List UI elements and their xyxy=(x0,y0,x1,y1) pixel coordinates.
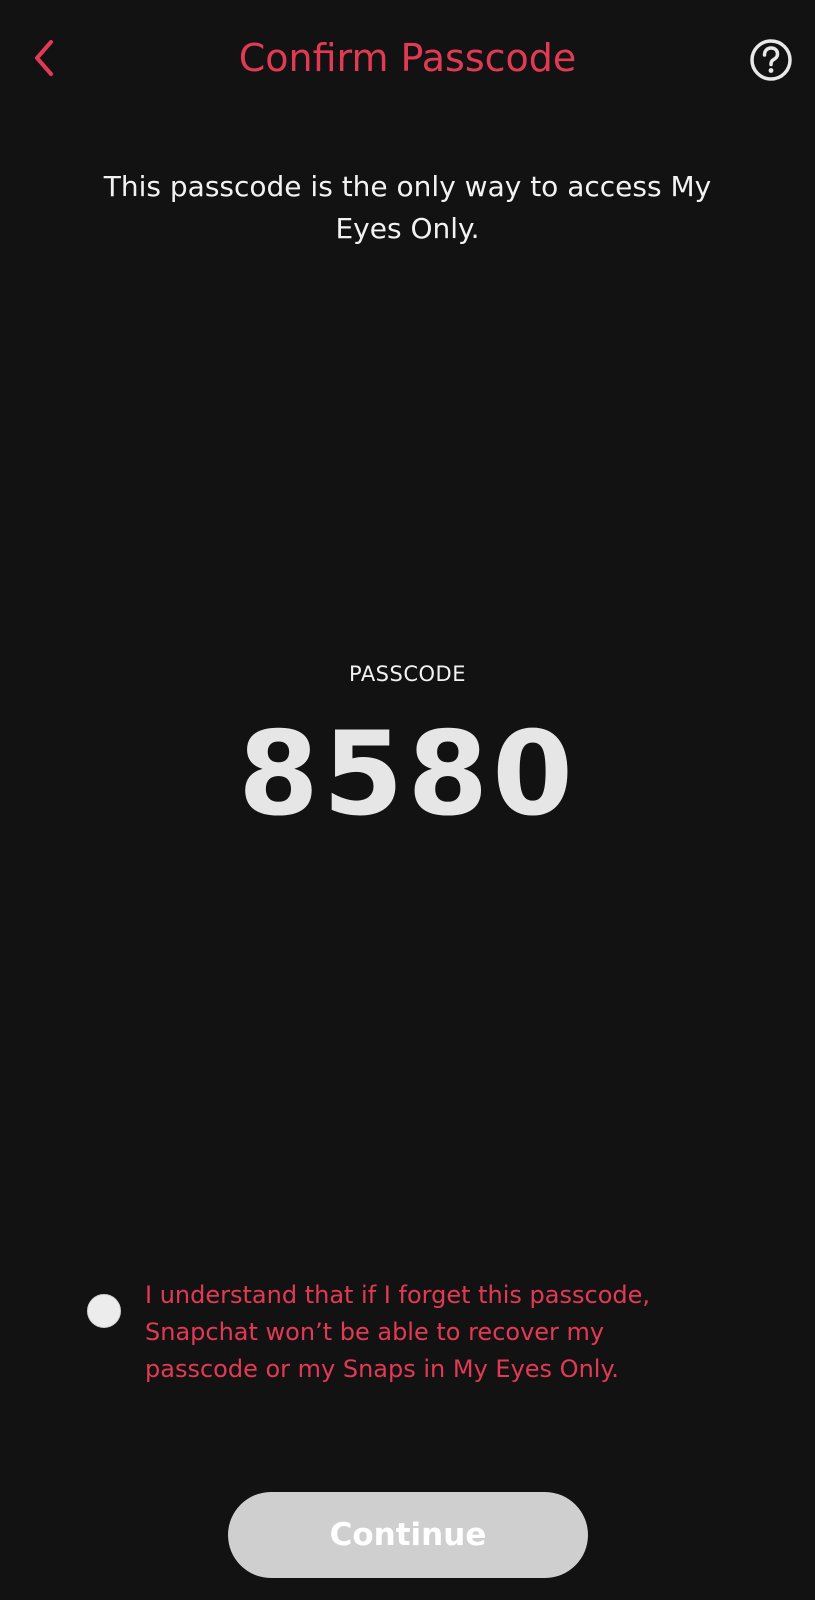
subtitle: This passcode is the only way to access … xyxy=(103,170,712,245)
confirm-passcode-screen: Confirm Passcode This passcode is the on… xyxy=(0,0,815,1600)
passcode-label: PASSCODE xyxy=(349,662,466,686)
question-circle-icon xyxy=(750,39,792,81)
help-button[interactable] xyxy=(749,38,793,82)
header: Confirm Passcode xyxy=(0,0,815,120)
acknowledgement-radio[interactable] xyxy=(87,1294,121,1328)
acknowledgement-row[interactable]: I understand that if I forget this passc… xyxy=(82,1277,742,1397)
page-title: Confirm Passcode xyxy=(238,36,577,80)
acknowledgement-text: I understand that if I forget this passc… xyxy=(145,1281,651,1383)
continue-button[interactable]: Continue xyxy=(228,1492,588,1578)
passcode-value: 8580 xyxy=(238,707,577,842)
